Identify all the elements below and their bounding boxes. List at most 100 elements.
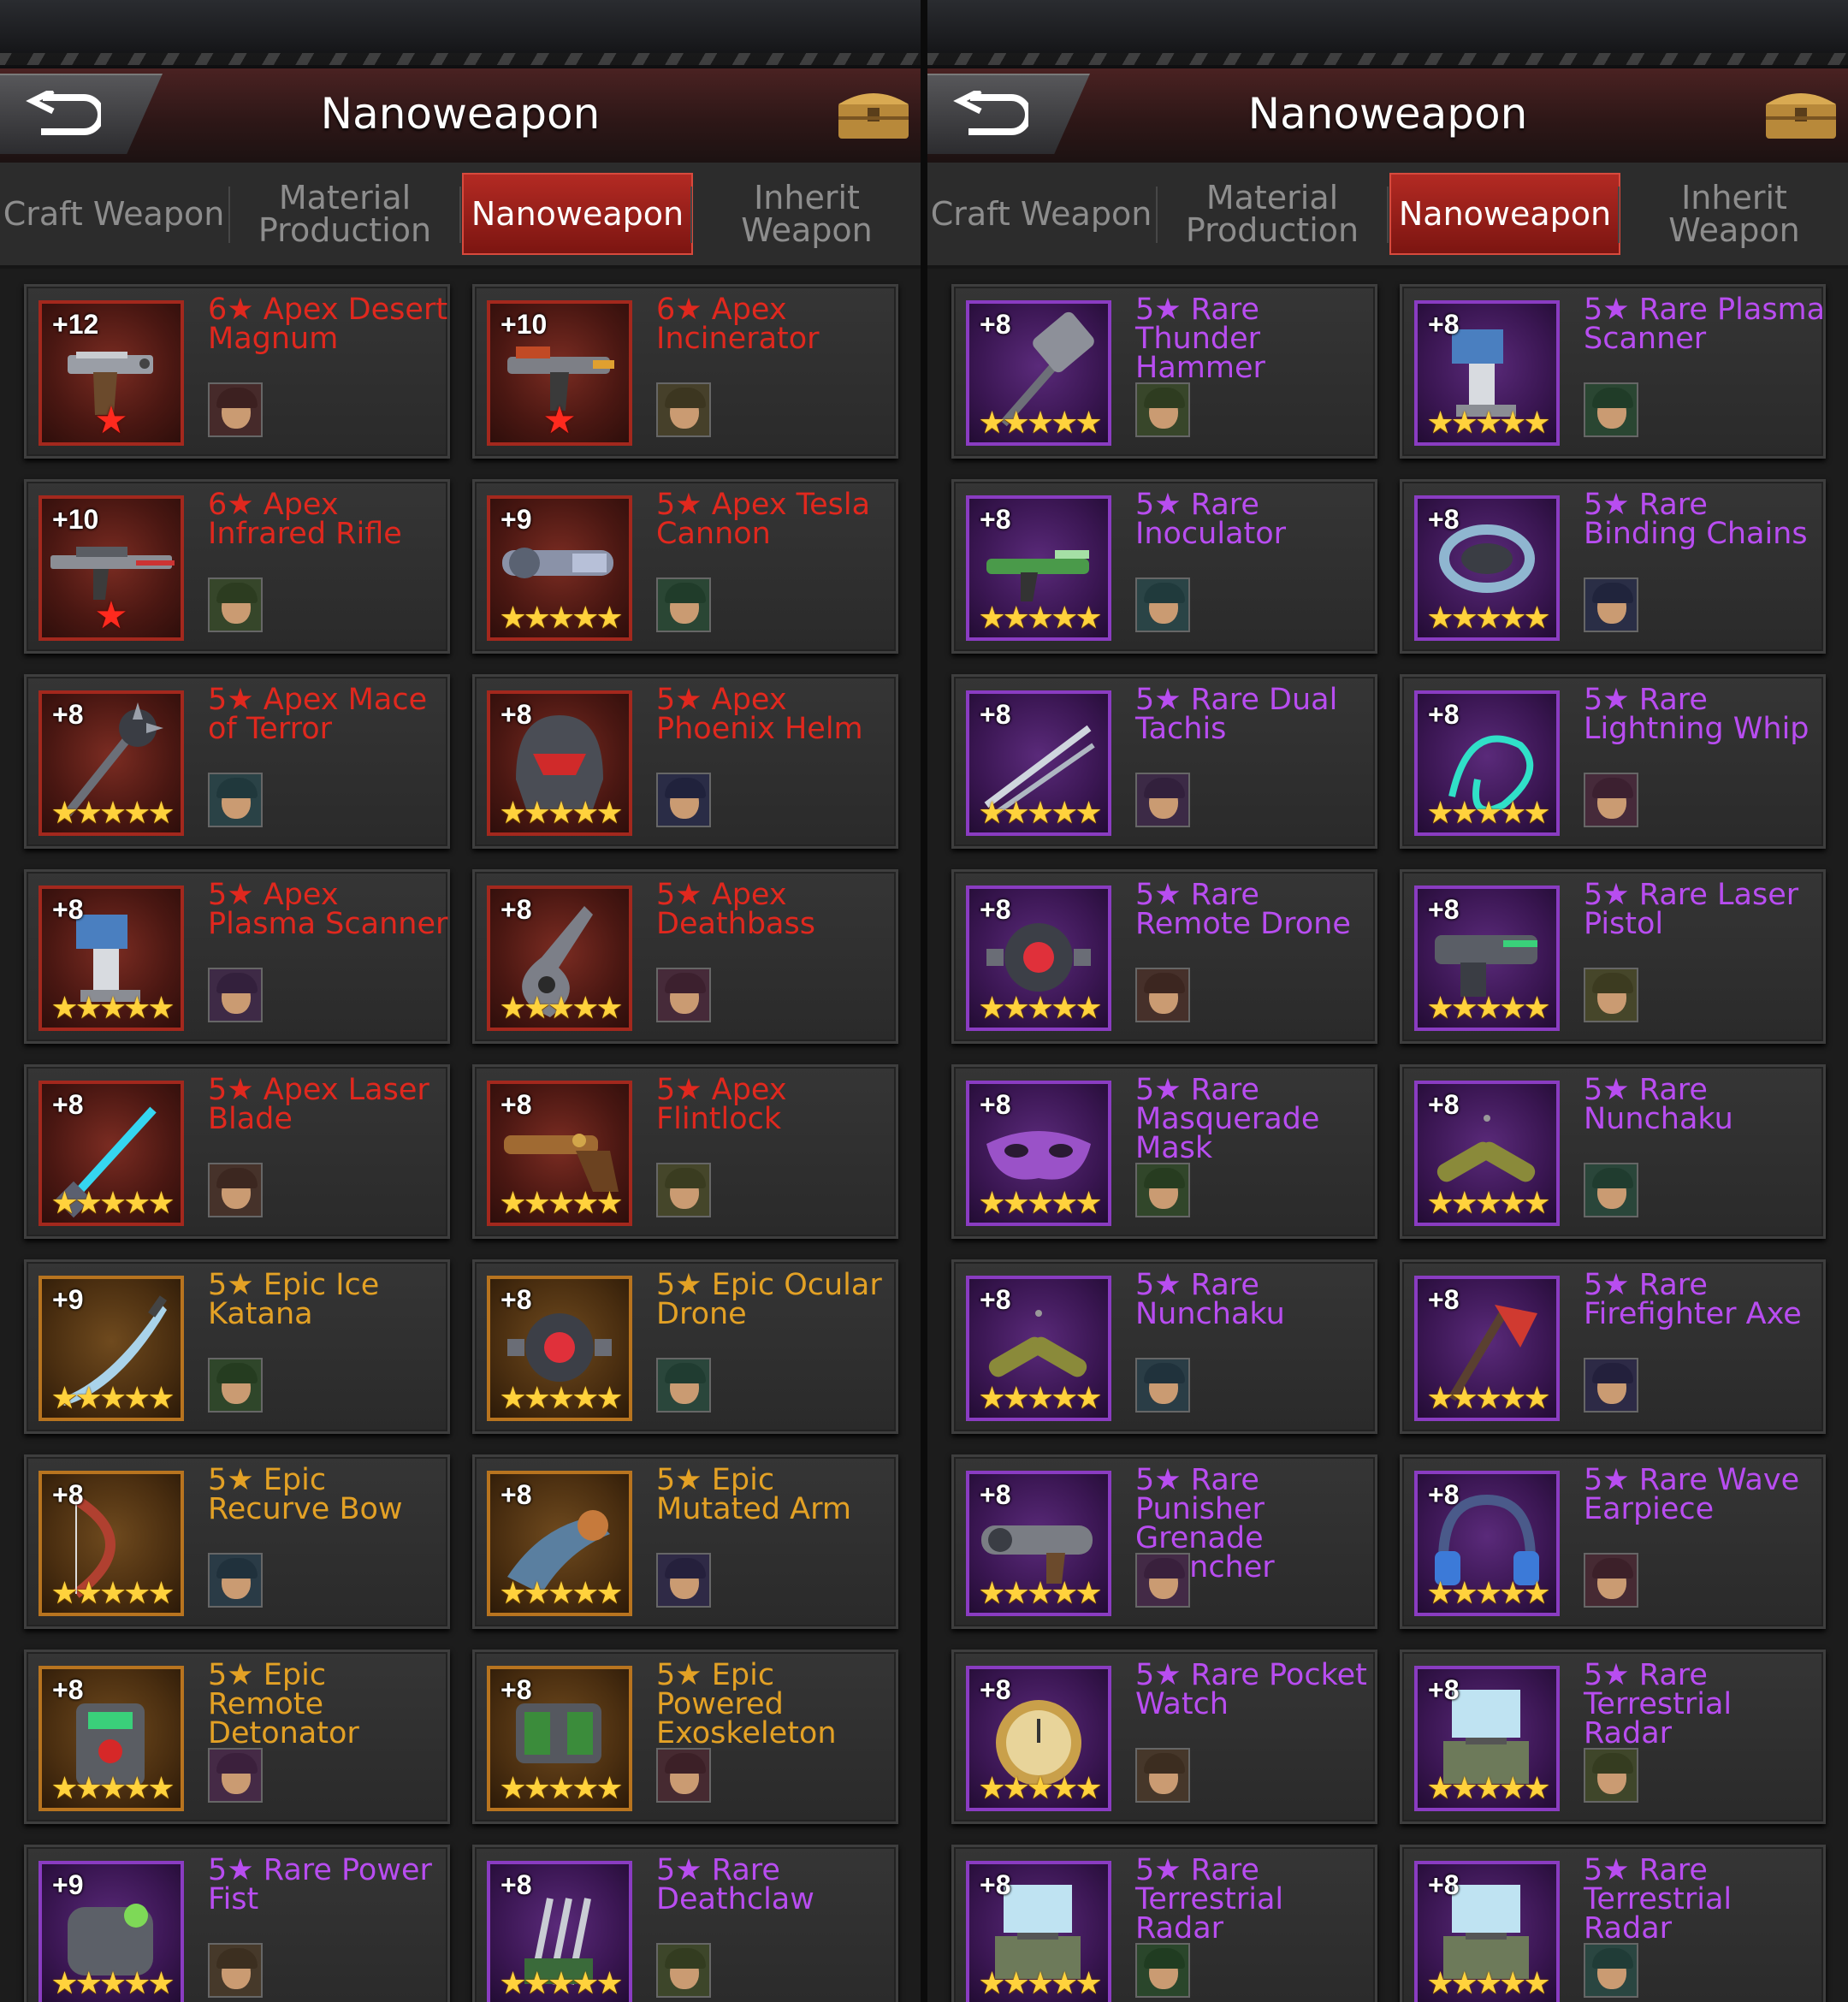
weapon-card[interactable]: +8 ★★★★★ 5★ Rare Remote Drone — [951, 869, 1377, 1044]
weapon-card[interactable]: +8 ★★★★★ 5★ Rare Dual Tachis — [951, 674, 1377, 849]
star-rating: ★★★★★ — [978, 1381, 1102, 1416]
star-rating: ★★★★★ — [1426, 406, 1550, 441]
tab-bar: Craft Weapon Material Production Nanoweapo… — [0, 163, 921, 269]
weapon-card[interactable]: +8 ★★★★★ 5★ Rare Plasma Scanner — [1400, 284, 1826, 459]
hero-avatar — [208, 1163, 263, 1217]
weapon-card[interactable]: +8 ★★★★★ 5★ Rare Inoculator — [951, 479, 1377, 654]
nanoweapon-panel-right: Nanoweapon Craft Weapon Material Productio… — [927, 0, 1848, 2002]
weapon-card[interactable]: +8 ★★★★★ 5★ Apex Mace of Terror — [24, 674, 450, 849]
tab-material-production[interactable]: Material Production — [1158, 173, 1386, 255]
enhance-level: +8 — [52, 699, 84, 730]
weapon-card[interactable]: +8 ★★★★★ 5★ Rare Laser Pistol — [1400, 869, 1826, 1044]
weapon-thumbnail: +8 ★★★★★ — [487, 1666, 632, 1811]
weapon-card[interactable]: +8 ★★★★★ 5★ Rare Terrestrial Radar — [1400, 1845, 1826, 2002]
tab-inherit-weapon[interactable]: Inherit Weapon — [1620, 173, 1848, 255]
star-rating: ★★★★★ — [978, 796, 1102, 831]
weapon-card[interactable]: +8 ★★★★★ 5★ Epic Powered Exoskeleton — [472, 1650, 898, 1824]
hero-avatar — [1584, 1748, 1638, 1803]
weapon-card[interactable]: +8 ★★★★★ 5★ Rare Nunchaku — [1400, 1064, 1826, 1239]
weapon-thumbnail: +8 ★★★★★ — [966, 1471, 1111, 1616]
hero-avatar — [208, 773, 263, 827]
weapon-thumbnail: +8 ★★★★★ — [1414, 1861, 1560, 2002]
weapon-card[interactable]: +9 ★★★★★ 5★ Rare Power Fist — [24, 1845, 450, 2002]
weapon-thumbnail: +8 ★★★★★ — [1414, 1081, 1560, 1226]
red-star-icon: ★ — [542, 399, 577, 442]
weapon-card[interactable]: +8 ★★★★★ 5★ Rare Nunchaku — [951, 1259, 1377, 1434]
star-rating: ★★★★★ — [50, 1966, 175, 2001]
weapon-name: 5★ Apex Flintlock — [656, 1073, 787, 1136]
weapon-name: 5★ Apex Laser Blade — [208, 1073, 429, 1136]
enhance-level: +8 — [1428, 699, 1460, 730]
star-rating: ★★★★★ — [499, 1186, 623, 1221]
star-rating: ★★★★★ — [978, 1771, 1102, 1806]
hero-avatar — [1584, 1943, 1638, 1998]
weapon-name: 5★ Rare Pocket Watch — [1135, 1658, 1367, 1721]
star-rating: ★★★★★ — [50, 1576, 175, 1611]
hero-avatar — [208, 382, 263, 437]
weapon-card[interactable]: +8 ★★★★★ 5★ Apex Laser Blade — [24, 1064, 450, 1239]
weapon-name: 5★ Rare Lightning Whip — [1584, 683, 1810, 746]
hero-avatar — [656, 1553, 711, 1608]
tab-craft-weapon[interactable]: Craft Weapon — [927, 173, 1155, 255]
weapon-card[interactable]: +10 ★ 6★ Apex Infrared Rifle — [24, 479, 450, 654]
star-rating: ★★★★★ — [50, 1771, 175, 1806]
weapon-name: 5★ Epic Remote Detonator — [208, 1658, 359, 1750]
treasure-chest-icon[interactable] — [833, 82, 914, 142]
weapon-card[interactable]: +8 ★★★★★ 5★ Epic Remote Detonator — [24, 1650, 450, 1824]
star-rating: ★★★★★ — [50, 1381, 175, 1416]
weapon-card[interactable]: +8 ★★★★★ 5★ Rare Wave Earpiece — [1400, 1454, 1826, 1629]
hero-avatar — [656, 1358, 711, 1413]
star-rating: ★★★★★ — [1426, 796, 1550, 831]
weapon-card[interactable]: +8 ★★★★★ 5★ Apex Deathbass — [472, 869, 898, 1044]
weapon-card[interactable]: +8 ★★★★★ 5★ Rare Thunder Hammer — [951, 284, 1377, 459]
tab-material-production[interactable]: Material Production — [231, 173, 459, 255]
weapon-thumbnail: +12 ★ — [38, 300, 184, 446]
star-rating: ★★★★★ — [978, 1966, 1102, 2001]
header-bar: Nanoweapon — [927, 68, 1848, 164]
weapon-name: 5★ Rare Nunchaku — [1584, 1073, 1733, 1136]
weapon-card[interactable]: +9 ★★★★★ 5★ Epic Ice Katana — [24, 1259, 450, 1434]
enhance-level: +8 — [980, 894, 1011, 925]
enhance-level: +12 — [52, 309, 99, 340]
weapon-card[interactable]: +8 ★★★★★ 5★ Rare Deathclaw — [472, 1845, 898, 2002]
weapon-card[interactable]: +8 ★★★★★ 5★ Rare Masquerade Mask — [951, 1064, 1377, 1239]
tab-inherit-weapon[interactable]: Inherit Weapon — [693, 173, 921, 255]
star-rating: ★★★★★ — [1426, 1966, 1550, 2001]
weapon-card[interactable]: +8 ★★★★★ 5★ Epic Mutated Arm — [472, 1454, 898, 1629]
weapon-card[interactable]: +8 ★★★★★ 5★ Apex Flintlock — [472, 1064, 898, 1239]
star-rating: ★★★★★ — [978, 406, 1102, 441]
weapon-card[interactable]: +8 ★★★★★ 5★ Apex Plasma Scanner — [24, 869, 450, 1044]
weapon-card[interactable]: +8 ★★★★★ 5★ Epic Recurve Bow — [24, 1454, 450, 1629]
hero-avatar — [1584, 773, 1638, 827]
weapon-card[interactable]: +8 ★★★★★ 5★ Rare Terrestrial Radar — [951, 1845, 1377, 2002]
weapon-card[interactable]: +8 ★★★★★ 5★ Apex Phoenix Helm — [472, 674, 898, 849]
weapon-thumbnail: +8 ★★★★★ — [38, 886, 184, 1031]
star-rating: ★★★★★ — [1426, 601, 1550, 636]
weapon-card[interactable]: +8 ★★★★★ 5★ Rare Pocket Watch — [951, 1650, 1377, 1824]
weapon-card[interactable]: +9 ★★★★★ 5★ Apex Tesla Cannon — [472, 479, 898, 654]
weapon-card[interactable]: +8 ★★★★★ 5★ Rare Lightning Whip — [1400, 674, 1826, 849]
enhance-level: +8 — [1428, 1869, 1460, 1900]
weapon-card[interactable]: +8 ★★★★★ 5★ Epic Ocular Drone — [472, 1259, 898, 1434]
star-rating: ★★★★★ — [1426, 1771, 1550, 1806]
hero-avatar — [1584, 1553, 1638, 1608]
tab-craft-weapon[interactable]: Craft Weapon — [0, 173, 228, 255]
enhance-level: +8 — [500, 1479, 532, 1510]
weapon-thumbnail: +8 ★★★★★ — [38, 1471, 184, 1616]
tab-nanoweapon[interactable]: Nanoweapon — [462, 173, 693, 255]
weapon-card[interactable]: +12 ★ 6★ Apex Desert Magnum — [24, 284, 450, 459]
tab-nanoweapon[interactable]: Nanoweapon — [1389, 173, 1620, 255]
weapon-card[interactable]: +8 ★★★★★ 5★ Rare Binding Chains — [1400, 479, 1826, 654]
hero-avatar — [656, 382, 711, 437]
weapon-thumbnail: +8 ★★★★★ — [1414, 495, 1560, 641]
enhance-level: +8 — [52, 1479, 84, 1510]
weapon-card[interactable]: +8 ★★★★★ 5★ Rare Firefighter Axe — [1400, 1259, 1826, 1434]
weapon-card[interactable]: +10 ★ 6★ Apex Incinerator — [472, 284, 898, 459]
treasure-chest-icon[interactable] — [1761, 82, 1841, 142]
weapon-card[interactable]: +8 ★★★★★ 5★ Rare Punisher Grenade Launcher — [951, 1454, 1377, 1629]
weapon-card[interactable]: +8 ★★★★★ 5★ Rare Terrestrial Radar — [1400, 1650, 1826, 1824]
weapon-thumbnail: +8 ★★★★★ — [966, 300, 1111, 446]
hero-avatar — [208, 1748, 263, 1803]
enhance-level: +9 — [52, 1869, 84, 1900]
enhance-level: +8 — [1428, 1674, 1460, 1705]
